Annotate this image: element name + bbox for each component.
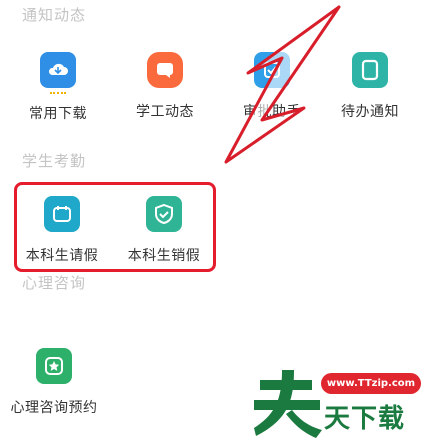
watermark-url: www.TTzip.com — [321, 373, 421, 394]
watermark-brand: 天下载 — [324, 404, 406, 434]
watermark-logo-icon — [252, 366, 324, 442]
